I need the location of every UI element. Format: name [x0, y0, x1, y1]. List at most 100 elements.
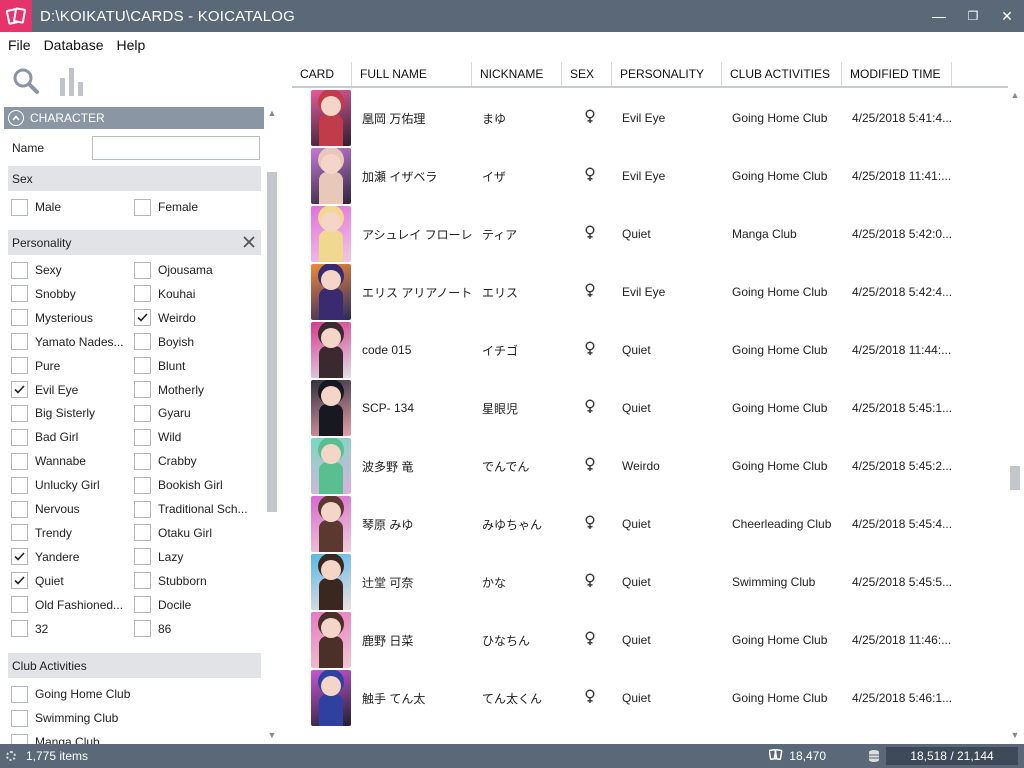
checkbox-going-home-club[interactable]: Going Home Club: [11, 684, 130, 704]
checkbox-box[interactable]: [134, 524, 151, 542]
minimize-button[interactable]: —: [922, 0, 956, 32]
column-card[interactable]: CARD: [292, 62, 352, 86]
checkbox-checked[interactable]: [11, 381, 28, 398]
card-thumbnail[interactable]: [311, 90, 351, 146]
checkbox-box[interactable]: [11, 500, 28, 518]
checkbox-evil-eye[interactable]: Evil Eye: [11, 380, 78, 400]
checkbox-pure[interactable]: Pure: [11, 356, 60, 376]
checkbox-box[interactable]: [11, 620, 28, 637]
checkbox-box[interactable]: [134, 333, 151, 351]
column-personality[interactable]: PERSONALITY: [612, 62, 722, 86]
maximize-button[interactable]: ❐: [956, 0, 990, 32]
scroll-up-icon[interactable]: ▲: [266, 108, 278, 118]
checkbox-box[interactable]: [134, 428, 151, 446]
checkbox-box[interactable]: [11, 476, 28, 494]
table-scroll-thumb[interactable]: [1010, 466, 1020, 490]
checkbox-lazy[interactable]: Lazy: [134, 547, 183, 567]
table-row[interactable]: 凰岡 万佑理 まゆ Evil Eye Going Home Club 4/25/2018…: [292, 89, 1008, 147]
checkbox-box[interactable]: [134, 261, 151, 279]
menu-database[interactable]: Database: [44, 37, 104, 53]
checkbox-box[interactable]: [134, 572, 151, 590]
checkbox-unlucky-girl[interactable]: Unlucky Girl: [11, 475, 100, 495]
checkbox-box[interactable]: [11, 261, 28, 279]
checkbox-ojousama[interactable]: Ojousama: [134, 260, 213, 280]
checkbox-box[interactable]: [11, 285, 28, 303]
checkbox-32[interactable]: 32: [11, 619, 48, 639]
menu-file[interactable]: File: [8, 37, 31, 53]
card-thumbnail[interactable]: [311, 670, 351, 726]
checkbox-yamato-nades[interactable]: Yamato Nades...: [11, 332, 124, 352]
checkbox-crabby[interactable]: Crabby: [134, 451, 197, 471]
checkbox-motherly[interactable]: Motherly: [134, 380, 204, 400]
checkbox-nervous[interactable]: Nervous: [11, 499, 80, 519]
checkbox-box[interactable]: [134, 198, 151, 216]
checkbox-box[interactable]: [134, 548, 151, 566]
table-row[interactable]: エリス アリアノート エリス Evil Eye Going Home Club 4/25…: [292, 263, 1008, 321]
checkbox-snobby[interactable]: Snobby: [11, 284, 76, 304]
checkbox-checked[interactable]: [11, 572, 28, 590]
checkbox-box[interactable]: [11, 404, 28, 422]
checkbox-gyaru[interactable]: Gyaru: [134, 403, 191, 423]
checkbox-box[interactable]: [11, 524, 28, 542]
checkbox-trendy[interactable]: Trendy: [11, 523, 72, 543]
checkbox-checked[interactable]: [11, 548, 28, 566]
statistics-icon[interactable]: [58, 66, 86, 99]
menu-help[interactable]: Help: [117, 37, 146, 53]
checkbox-box[interactable]: [134, 381, 151, 398]
table-scrollbar[interactable]: ▲ ▼: [1008, 88, 1022, 744]
close-button[interactable]: ✕: [990, 0, 1024, 32]
clear-filter-icon[interactable]: [243, 233, 255, 253]
scroll-down-icon[interactable]: ▼: [1009, 730, 1021, 740]
table-row[interactable]: 触手 てん太 てん太くん Quiet Going Home Club 4/25/2018…: [292, 669, 1008, 727]
checkbox-box[interactable]: [134, 404, 151, 422]
checkbox-box[interactable]: [134, 500, 151, 518]
scroll-up-icon[interactable]: ▲: [1009, 90, 1021, 100]
checkbox-otaku-girl[interactable]: Otaku Girl: [134, 523, 212, 543]
checkbox-kouhai[interactable]: Kouhai: [134, 284, 195, 304]
card-thumbnail[interactable]: [311, 554, 351, 610]
column-club-activities[interactable]: CLUB ACTIVITIES: [722, 62, 842, 86]
table-row[interactable]: SCP- 134 星眼児 Quiet Going Home Club 4/25/2018…: [292, 379, 1008, 437]
character-section-header[interactable]: CHARACTER: [4, 107, 264, 129]
filter-scrollbar[interactable]: ▲ ▼: [265, 108, 279, 744]
filter-scroll-thumb[interactable]: [267, 172, 277, 512]
checkbox-box[interactable]: [11, 596, 28, 614]
card-thumbnail[interactable]: [311, 438, 351, 494]
checkbox-sexy[interactable]: Sexy: [11, 260, 62, 280]
card-thumbnail[interactable]: [311, 322, 351, 378]
table-row[interactable]: 琴原 みゆ みゆちゃん Quiet Cheerleading Club 4/25/201…: [292, 495, 1008, 553]
scroll-down-icon[interactable]: ▼: [266, 730, 278, 740]
checkbox-box[interactable]: [11, 357, 28, 375]
checkbox-86[interactable]: 86: [134, 619, 171, 639]
search-icon[interactable]: [12, 67, 40, 98]
checkbox-box[interactable]: [11, 452, 28, 470]
table-row[interactable]: 波多野 竜 でんでん Weirdo Going Home Club 4/25/2018 …: [292, 437, 1008, 495]
card-thumbnail[interactable]: [311, 496, 351, 552]
table-row[interactable]: 加瀬 イザベラ イザ Evil Eye Going Home Club 4/25/201…: [292, 147, 1008, 205]
card-thumbnail[interactable]: [311, 206, 351, 262]
column-modified-time[interactable]: MODIFIED TIME: [842, 62, 952, 86]
table-row[interactable]: アシュレイ フローレイ... ティア Quiet Manga Club 4/25/201…: [292, 205, 1008, 263]
checkbox-box[interactable]: [134, 596, 151, 614]
column-full-name[interactable]: FULL NAME: [352, 62, 472, 86]
checkbox-box[interactable]: [11, 685, 28, 703]
checkbox-box[interactable]: [134, 452, 151, 470]
checkbox-quiet[interactable]: Quiet: [11, 571, 64, 591]
checkbox-box[interactable]: [134, 620, 151, 637]
checkbox-yandere[interactable]: Yandere: [11, 547, 79, 567]
checkbox-docile[interactable]: Docile: [134, 595, 191, 615]
checkbox-stubborn[interactable]: Stubborn: [134, 571, 207, 591]
checkbox-mysterious[interactable]: Mysterious: [11, 308, 93, 328]
checkbox-box[interactable]: [134, 285, 151, 303]
card-thumbnail[interactable]: [311, 148, 351, 204]
checkbox-box[interactable]: [11, 309, 28, 327]
card-thumbnail[interactable]: [311, 612, 351, 668]
checkbox-wild[interactable]: Wild: [134, 427, 181, 447]
checkbox-box[interactable]: [11, 198, 28, 216]
checkbox-traditional-sch[interactable]: Traditional Sch...: [134, 499, 248, 519]
checkbox-weirdo[interactable]: Weirdo: [134, 308, 196, 328]
card-thumbnail[interactable]: [311, 380, 351, 436]
checkbox-checked[interactable]: [134, 309, 151, 327]
checkbox-wannabe[interactable]: Wannabe: [11, 451, 86, 471]
checkbox-female[interactable]: Female: [134, 197, 198, 217]
